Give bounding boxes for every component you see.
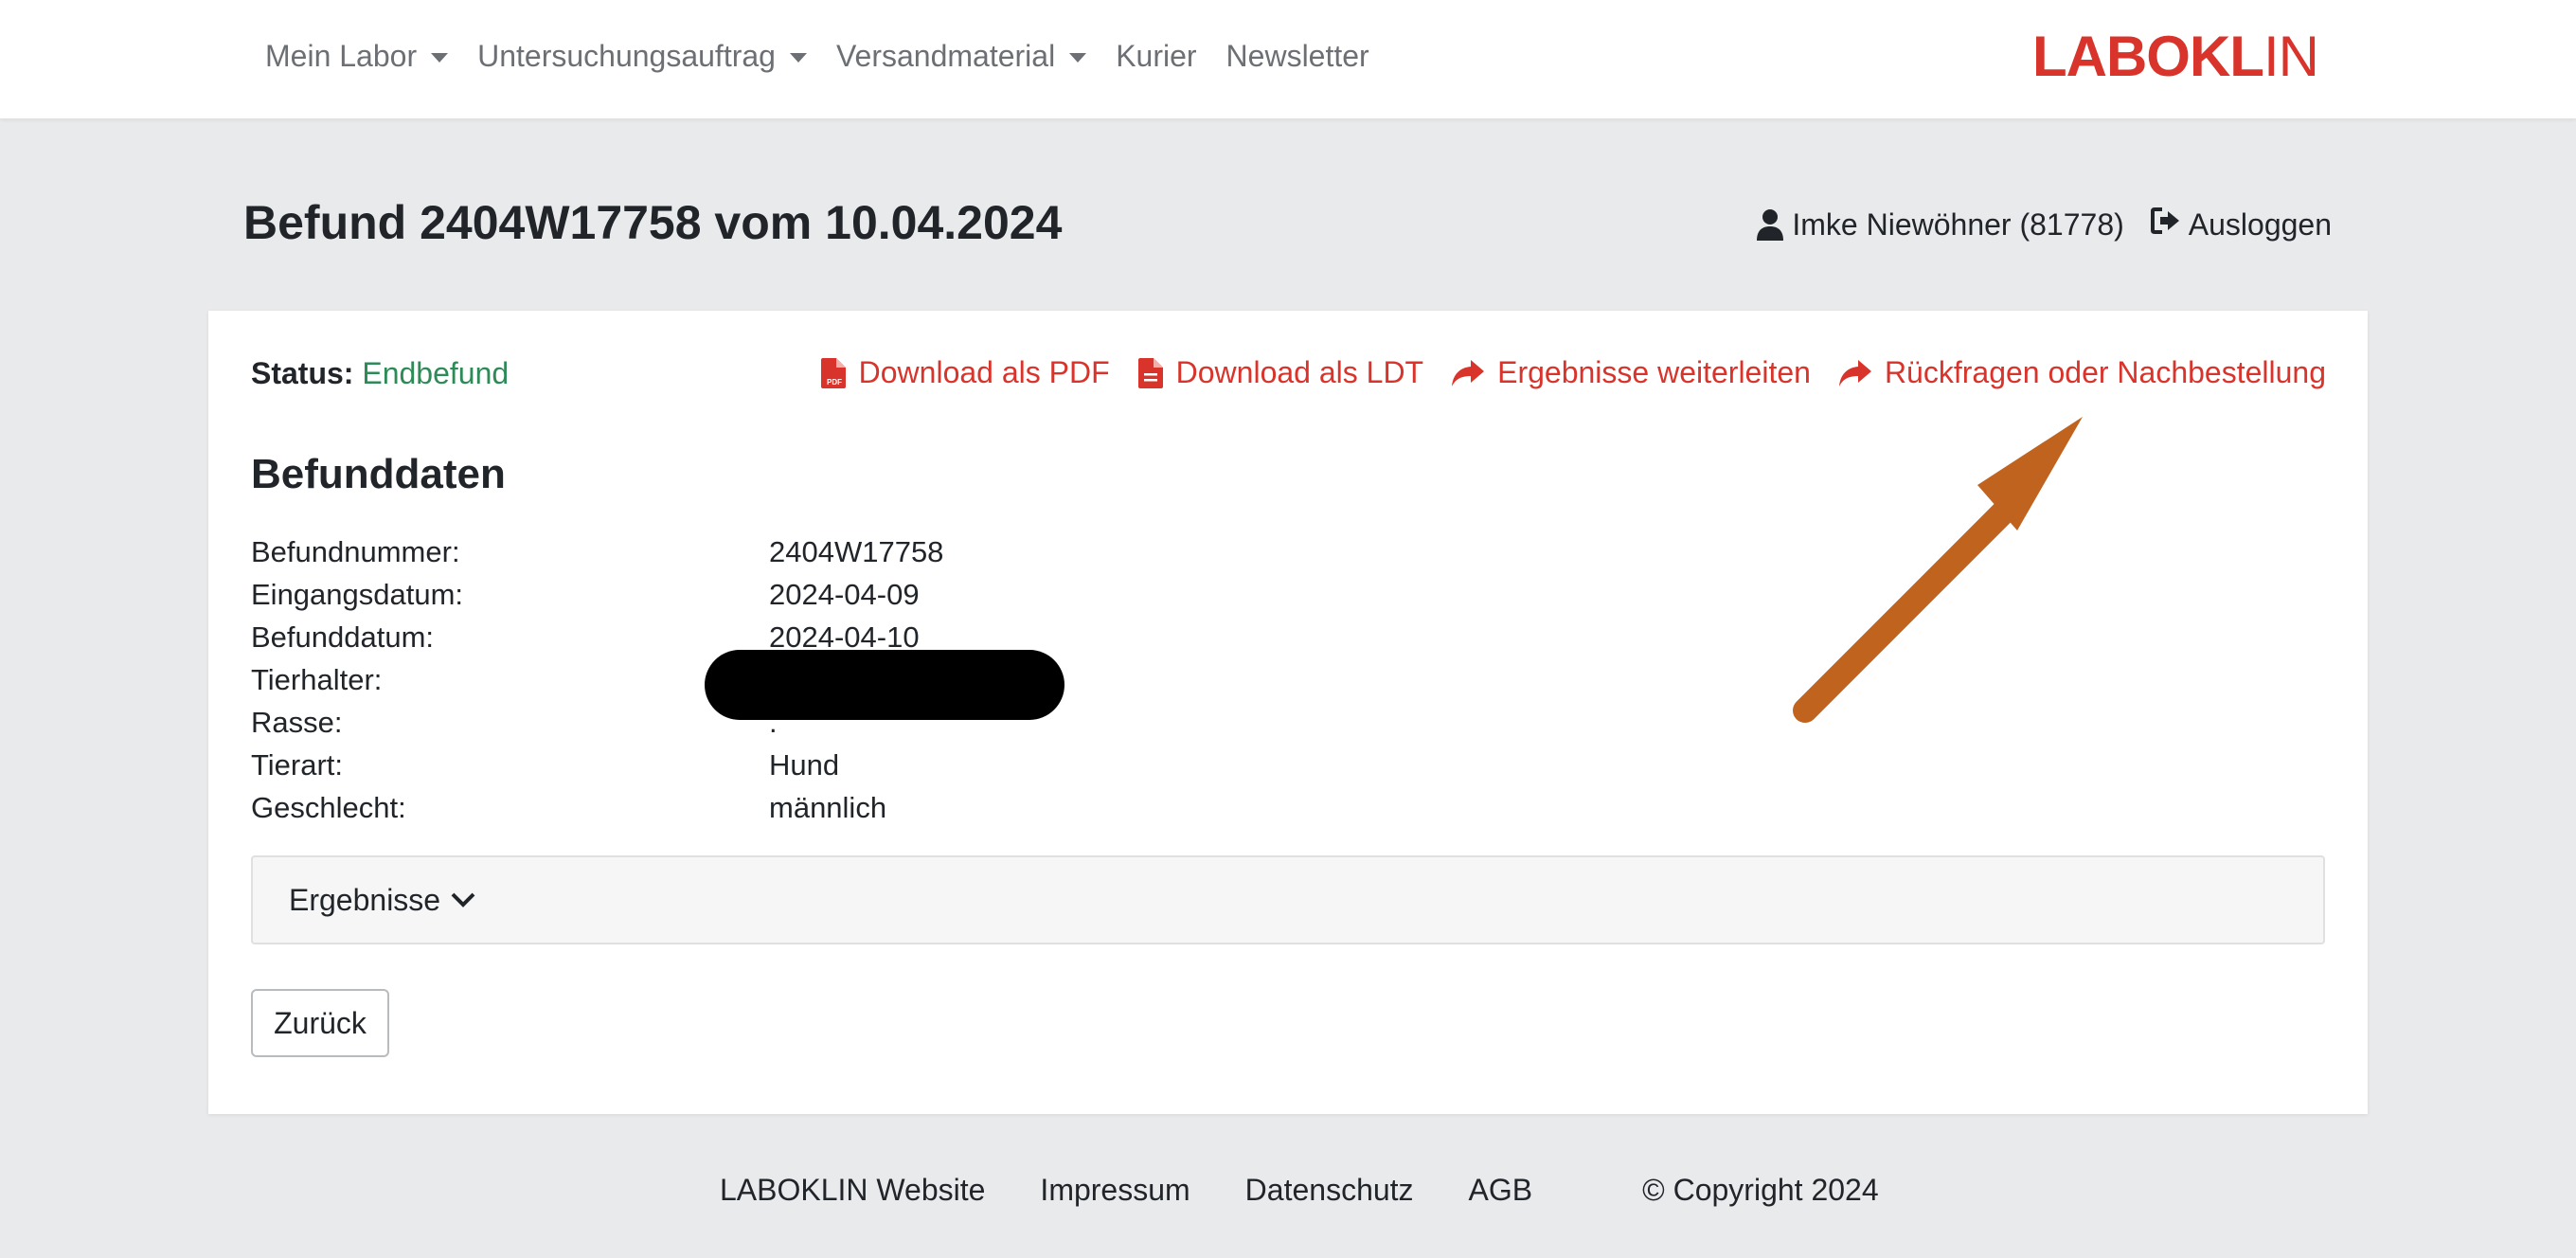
data-value: männlich [769,791,887,824]
nav-item-label: Versandmaterial [835,38,1056,73]
status-label: Status: [251,356,354,390]
chevron-down-icon [451,892,475,908]
download-pdf-link[interactable]: PDF Download als PDF [820,355,1110,390]
nav-item-kurier[interactable]: Kurier [1116,39,1196,74]
nav-item-mein-labor[interactable]: Mein Labor [265,38,449,74]
data-key: Eingangsdatum: [251,578,464,611]
data-key: Tierart: [251,748,344,782]
results-accordion-toggle[interactable]: Ergebnisse [251,855,2325,944]
data-value: Hund [769,748,840,782]
page-title: Befund 2404W17758 vom 10.04.2024 [243,196,1063,249]
data-key: Geschlecht: [251,791,406,824]
footer-link-impressum[interactable]: Impressum [1040,1173,1190,1208]
results-label: Ergebnisse [289,882,441,917]
data-value: 2404W17758 [769,535,944,568]
nav-item-versandmaterial[interactable]: Versandmaterial [835,38,1087,74]
svg-text:PDF: PDF [827,378,842,386]
inquiry-reorder-label: Rückfragen oder Nachbestellung [1884,355,2326,389]
logout-label: Ausloggen [2188,207,2332,242]
footer-link-website[interactable]: LABOKLIN Website [720,1173,985,1208]
data-row-geschlecht: Geschlecht: männlich [251,786,943,829]
top-navbar: Mein Labor Untersuchungsauftrag Versandm… [0,0,2576,118]
befund-card: Status: Endbefund PDF Download als PDF D… [208,311,2368,1114]
nav-item-label: Kurier [1116,38,1197,73]
data-row-tierart: Tierart: Hund [251,744,943,786]
nav-item-label: Mein Labor [265,38,418,73]
caret-down-icon [431,52,449,63]
status-line: Status: Endbefund [251,356,509,391]
action-links: PDF Download als PDF Download als LDT Er… [793,355,2326,390]
data-row-eingangsdatum: Eingangsdatum: 2024-04-09 [251,573,943,616]
logout-icon [2150,207,2181,243]
footer: LABOKLIN Website Impressum Datenschutz A… [720,1173,1879,1208]
footer-link-datenschutz[interactable]: Datenschutz [1245,1173,1414,1208]
caret-down-icon [1069,52,1087,63]
footer-link-agb[interactable]: AGB [1469,1173,1533,1208]
logo-bold-text: LABOKL [2032,25,2264,88]
data-key: Tierhalter: [251,663,383,696]
nav-item-label: Newsletter [1225,38,1369,73]
back-button[interactable]: Zurück [251,989,389,1057]
download-ldt-link[interactable]: Download als LDT [1137,355,1424,390]
download-ldt-label: Download als LDT [1175,355,1424,389]
nav-item-label: Untersuchungsauftrag [477,38,776,73]
file-icon [1137,357,1163,388]
forward-results-label: Ergebnisse weiterleiten [1497,355,1811,389]
forward-results-link[interactable]: Ergebnisse weiterleiten [1452,355,1811,390]
logo-thin-text: IN [2263,25,2319,88]
data-value: 2024-04-09 [769,578,920,611]
download-pdf-label: Download als PDF [858,355,1110,389]
nav-item-newsletter[interactable]: Newsletter [1226,39,1369,74]
pdf-file-icon: PDF [820,357,846,388]
data-key: Befunddatum: [251,620,435,654]
section-title: Befunddaten [251,451,506,497]
data-row-befundnummer: Befundnummer: 2404W17758 [251,530,943,573]
share-icon [1838,359,1871,386]
share-icon [1452,359,1485,386]
caret-down-icon [789,52,807,63]
user-icon [1756,208,1784,241]
logout-link[interactable]: Ausloggen [2150,207,2332,243]
data-key: Befundnummer: [251,535,460,568]
inquiry-reorder-link[interactable]: Rückfragen oder Nachbestellung [1838,355,2326,390]
redaction-mark [705,650,1064,720]
status-value: Endbefund [362,356,510,390]
footer-copyright: © Copyright 2024 [1642,1173,1879,1207]
nav-menu: Mein Labor Untersuchungsauftrag Versandm… [265,0,1399,112]
laboklin-logo[interactable]: LABOKLIN [2032,25,2319,88]
nav-item-untersuchungsauftrag[interactable]: Untersuchungsauftrag [477,39,807,74]
user-name: Imke Niewöhner (81778) [1792,207,2124,242]
data-key: Rasse: [251,706,343,739]
user-area: Imke Niewöhner (81778) Ausloggen [1756,207,2332,243]
